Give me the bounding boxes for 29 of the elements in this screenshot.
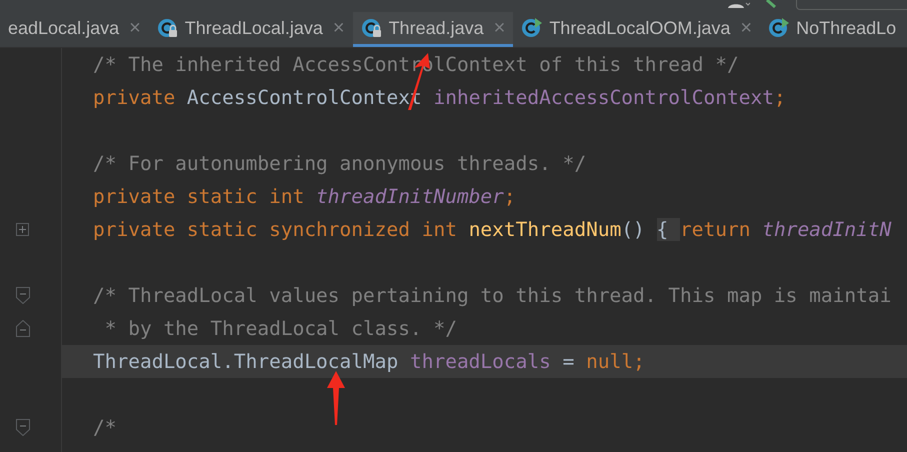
runnable-class-icon xyxy=(521,17,544,39)
locked-class-icon xyxy=(360,17,383,39)
expand-fold-icon[interactable] xyxy=(16,223,29,236)
fold-end-icon[interactable] xyxy=(16,320,30,337)
code-line: private static synchronized int nextThreadNum() { return threadInitN xyxy=(93,216,892,243)
fold-start-icon[interactable] xyxy=(16,287,30,304)
editor-tab[interactable]: Thread.java × xyxy=(352,12,514,47)
annotation-arrow xyxy=(326,370,346,426)
code-comment: /* For autonumbering anonymous threads. */ xyxy=(93,150,586,177)
code-line: private static int threadInitNumber; xyxy=(93,184,516,210)
code-comment: /* ThreadLocal values pertaining to this thread. This map is maintai xyxy=(93,282,892,309)
locked-class-icon xyxy=(156,17,179,39)
code-line: ThreadLocal.ThreadLocalMap threadLocals = null; xyxy=(93,348,645,375)
code-comment: /* xyxy=(93,414,116,441)
tab-label: ThreadLocalOOM.java xyxy=(549,16,730,40)
close-tab-button[interactable]: × xyxy=(332,13,345,43)
code-comment: * by the ThreadLocal class. */ xyxy=(104,316,457,342)
tab-label: ThreadLocal.java xyxy=(184,16,323,40)
runnable-class-icon xyxy=(768,17,790,39)
tab-label: eadLocal.java xyxy=(8,16,120,40)
close-tab-button[interactable]: × xyxy=(740,13,752,43)
editor-tab[interactable]: eadLocal.java × xyxy=(0,12,149,47)
editor-tab[interactable]: NoThreadLo xyxy=(760,12,904,47)
tab-label: Thread.java xyxy=(388,16,484,40)
close-tab-button[interactable]: × xyxy=(129,13,141,43)
editor-tab[interactable]: ThreadLocalOOM.java × xyxy=(513,12,760,47)
editor-tab[interactable]: ThreadLocal.java × xyxy=(148,12,353,47)
tab-label: NoThreadLo xyxy=(796,16,896,40)
fold-start-icon[interactable] xyxy=(16,419,30,436)
